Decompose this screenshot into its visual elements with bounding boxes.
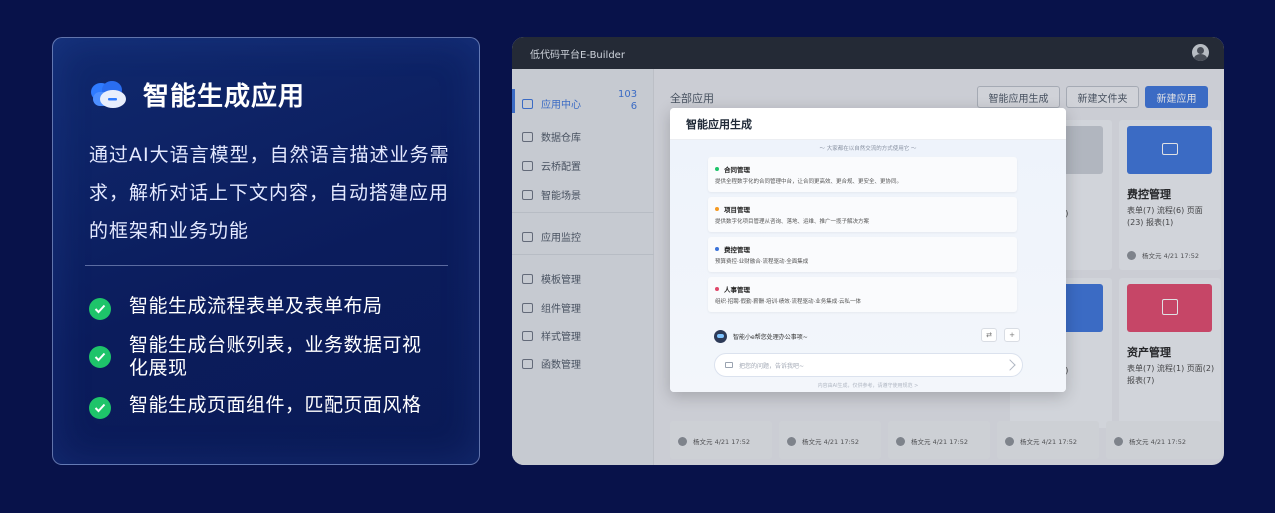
- assistant-row: 智能小e帮您处理办公事项~: [714, 328, 1025, 344]
- dot-icon: [715, 207, 719, 211]
- modal-body: ～ 大家都在以自然交流的方式使用它 ～ 合同管理 提供全程数字化的合同管理中台，…: [670, 140, 1066, 392]
- topic-title-text: 项目管理: [724, 206, 750, 214]
- topic-title: 费控管理: [715, 244, 750, 254]
- check-icon: [89, 298, 111, 320]
- feature-header: 智能生成应用: [87, 76, 305, 113]
- topic-desc: 提供全程数字化的合同管理中台，让合同更高效、更合规、更安全、更协同。: [715, 179, 903, 185]
- modal-title: 智能应用生成: [670, 108, 1066, 140]
- feature-item: 智能生成台账列表，业务数据可视化展现: [89, 334, 459, 380]
- divider: [85, 265, 448, 266]
- feature-item: 智能生成页面组件，匹配页面风格: [89, 394, 459, 419]
- chat-input[interactable]: 把您的问题，告诉我吧~: [714, 353, 1023, 377]
- feature-item-text: 智能生成流程表单及表单布局: [129, 295, 383, 317]
- send-icon[interactable]: [1004, 359, 1016, 371]
- topic-desc: 组织·招聘·假勤·薪酬·培训·绩效·流程驱动·业务集成·云私一体: [715, 299, 861, 305]
- footer-hint: 内容由AI生成，仅供参考，请遵守使用规范 >: [817, 383, 919, 389]
- ai-generate-modal: 智能应用生成 ～ 大家都在以自然交流的方式使用它 ～ 合同管理 提供全程数字化的…: [670, 108, 1066, 392]
- topic-desc: 预算费控·业财融合·流程驱动·全面集成: [715, 259, 809, 265]
- check-icon: [89, 346, 111, 368]
- modal-hint: ～ 大家都在以自然交流的方式使用它 ～: [819, 146, 917, 152]
- feature-list: 智能生成流程表单及表单布局 智能生成台账列表，业务数据可视化展现 智能生成页面组…: [89, 295, 459, 433]
- feature-item-text: 智能生成台账列表，业务数据可视化展现: [129, 334, 422, 379]
- topic-card-expense[interactable]: 费控管理 预算费控·业财融合·流程驱动·全面集成: [708, 237, 1017, 272]
- switch-button[interactable]: ⇄: [981, 328, 997, 342]
- feature-description: 通过AI大语言模型，自然语言描述业务需求，解析对话上下文内容，自动搭建应用的框架…: [89, 144, 450, 242]
- folder-icon: [725, 362, 733, 368]
- dot-icon: [715, 247, 719, 251]
- topic-card-project[interactable]: 项目管理 提供数字化项目管理从咨询、落地、运维、推广一揽子解决方案: [708, 197, 1017, 232]
- topic-title-text: 人事管理: [724, 286, 750, 294]
- feature-card: 智能生成应用 通过AI大语言模型，自然语言描述业务需求，解析对话上下文内容，自动…: [52, 37, 480, 465]
- topic-title: 项目管理: [715, 204, 750, 214]
- topic-desc: 提供数字化项目管理从咨询、落地、运维、推广一揽子解决方案: [715, 219, 870, 225]
- app-window: 低代码平台E-Builder 应用中心 103 6 数据仓库 云桥配置 智能场景…: [512, 37, 1224, 465]
- dot-icon: [715, 167, 719, 171]
- chat-input-placeholder: 把您的问题，告诉我吧~: [739, 362, 805, 370]
- topic-card-hr[interactable]: 人事管理 组织·招聘·假勤·薪酬·培训·绩效·流程驱动·业务集成·云私一体: [708, 277, 1017, 312]
- add-button[interactable]: +: [1004, 328, 1020, 342]
- topic-card-contract[interactable]: 合同管理 提供全程数字化的合同管理中台，让合同更高效、更合规、更安全、更协同。: [708, 157, 1017, 192]
- topic-title: 合同管理: [715, 164, 750, 174]
- robot-icon: [714, 329, 727, 343]
- dot-icon: [715, 287, 719, 291]
- feature-item-text: 智能生成页面组件，匹配页面风格: [129, 394, 422, 416]
- assistant-text: 智能小e帮您处理办公事项~: [733, 333, 808, 341]
- feature-item: 智能生成流程表单及表单布局: [89, 295, 459, 320]
- cloud-icon: [87, 79, 129, 111]
- topic-title: 人事管理: [715, 284, 750, 294]
- topic-title-text: 合同管理: [724, 166, 750, 174]
- feature-title: 智能生成应用: [143, 82, 306, 112]
- topic-title-text: 费控管理: [724, 246, 750, 254]
- check-icon: [89, 397, 111, 419]
